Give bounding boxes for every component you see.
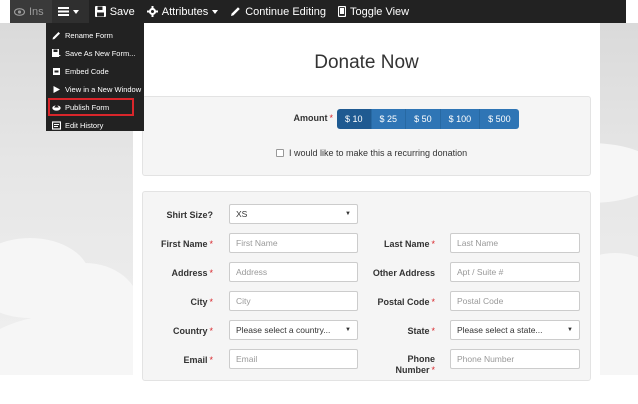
shirt-size-select[interactable]: XS ▼ bbox=[229, 204, 358, 224]
mobile-icon bbox=[337, 6, 346, 17]
save-button[interactable]: Save bbox=[89, 0, 141, 23]
save-as-icon bbox=[52, 48, 61, 58]
menu-item-label: Publish Form bbox=[65, 102, 110, 112]
top-toolbar: Ins Save Attributes Continue Editing Tog… bbox=[10, 0, 626, 23]
last-name-field[interactable]: Last Name bbox=[450, 233, 580, 253]
menu-item-embed-code[interactable]: Embed Code bbox=[46, 62, 144, 80]
city-label: City * bbox=[190, 297, 213, 307]
menu-item-label: Rename Form bbox=[65, 30, 113, 40]
menu-item-label: Save As New Form... bbox=[65, 48, 136, 58]
shirt-size-value: XS bbox=[236, 209, 248, 219]
country-value: Please select a country... bbox=[236, 325, 331, 335]
recurring-label: I would like to make this a recurring do… bbox=[289, 148, 468, 158]
recurring-donation-option[interactable]: I would like to make this a recurring do… bbox=[276, 148, 467, 158]
embed-icon bbox=[52, 67, 61, 76]
other-address-label: Other Address bbox=[372, 268, 435, 278]
postal-code-label: Postal Code * bbox=[377, 297, 435, 307]
city-field[interactable]: City bbox=[229, 291, 358, 311]
country-select[interactable]: Please select a country... ▼ bbox=[229, 320, 358, 340]
ins-label: Ins bbox=[29, 5, 44, 18]
phone-number-label: Phone Number * bbox=[395, 354, 435, 375]
menu-item-view-new-window[interactable]: View in a New Window bbox=[46, 80, 144, 98]
amount-button-50[interactable]: $ 50 bbox=[406, 109, 441, 129]
menu-item-label: Edit History bbox=[65, 120, 104, 130]
amount-button-500[interactable]: $ 500 bbox=[480, 109, 519, 129]
address-field[interactable]: Address bbox=[229, 262, 358, 282]
menu-item-save-as-new-form[interactable]: Save As New Form... bbox=[46, 44, 144, 62]
state-select[interactable]: Please select a state... ▼ bbox=[450, 320, 580, 340]
email-label: Email * bbox=[183, 355, 213, 365]
amount-button-10[interactable]: $ 10 bbox=[337, 109, 372, 129]
toggle-view-label: Toggle View bbox=[349, 5, 410, 18]
shirt-size-label: Shirt Size? bbox=[166, 210, 213, 220]
pencil-icon bbox=[52, 31, 61, 40]
amount-button-25[interactable]: $ 25 bbox=[371, 109, 407, 129]
form-menu-button[interactable] bbox=[51, 0, 89, 23]
other-address-field[interactable]: Apt / Suite # bbox=[450, 262, 580, 282]
menu-item-rename-form[interactable]: Rename Form bbox=[46, 26, 144, 44]
state-label: State * bbox=[407, 326, 435, 336]
attributes-menu-button[interactable]: Attributes bbox=[141, 0, 224, 23]
donation-form: Donate Now Amount * $ 10 $ 25 $ 50 $ 100 … bbox=[133, 23, 600, 381]
continue-editing-label: Continue Editing bbox=[245, 5, 326, 18]
email-field[interactable]: Email bbox=[229, 349, 358, 369]
hamburger-icon bbox=[57, 7, 69, 16]
last-name-label: Last Name * bbox=[383, 239, 435, 249]
continue-editing-button[interactable]: Continue Editing bbox=[224, 0, 332, 23]
state-value: Please select a state... bbox=[457, 325, 543, 335]
page-title: Donate Now bbox=[314, 52, 419, 73]
menu-item-label: Embed Code bbox=[65, 66, 109, 76]
menu-item-edit-history[interactable]: Edit History bbox=[46, 116, 144, 134]
chevron-down-icon: ▼ bbox=[345, 211, 351, 217]
details-panel: Shirt Size? XS ▼ First Name * First Name … bbox=[142, 191, 591, 381]
gear-icon bbox=[146, 6, 158, 17]
first-name-field[interactable]: First Name bbox=[229, 233, 358, 253]
eye-icon bbox=[14, 7, 25, 16]
recurring-checkbox[interactable] bbox=[276, 149, 284, 157]
phone-number-field[interactable]: Phone Number bbox=[450, 349, 580, 369]
history-icon bbox=[52, 120, 61, 130]
first-name-label: First Name * bbox=[160, 239, 213, 249]
ins-button[interactable]: Ins bbox=[10, 0, 52, 23]
form-actions-dropdown: Rename Form Save As New Form... Embed Co… bbox=[46, 23, 144, 131]
cloud-upload-icon bbox=[52, 103, 61, 112]
play-icon bbox=[52, 85, 61, 94]
attributes-label: Attributes bbox=[161, 5, 209, 18]
amount-panel: Amount * $ 10 $ 25 $ 50 $ 100 $ 500 I wou… bbox=[142, 96, 591, 176]
address-label: Address * bbox=[171, 268, 213, 278]
pencil-icon bbox=[231, 7, 241, 16]
menu-item-publish-form[interactable]: Publish Form bbox=[48, 98, 134, 116]
floppy-icon bbox=[94, 6, 106, 17]
postal-code-field[interactable]: Postal Code bbox=[450, 291, 580, 311]
amount-button-group: $ 10 $ 25 $ 50 $ 100 $ 500 bbox=[337, 109, 519, 129]
caret-down-icon bbox=[212, 9, 219, 14]
chevron-down-icon: ▼ bbox=[345, 327, 351, 333]
toggle-view-button[interactable]: Toggle View bbox=[332, 0, 415, 23]
save-label: Save bbox=[109, 5, 135, 18]
menu-item-label: View in a New Window bbox=[65, 84, 142, 94]
amount-label: Amount * bbox=[293, 113, 333, 123]
amount-button-100[interactable]: $ 100 bbox=[440, 109, 481, 129]
caret-down-icon bbox=[72, 9, 79, 14]
chevron-down-icon: ▼ bbox=[567, 327, 573, 333]
country-label: Country * bbox=[172, 326, 213, 336]
